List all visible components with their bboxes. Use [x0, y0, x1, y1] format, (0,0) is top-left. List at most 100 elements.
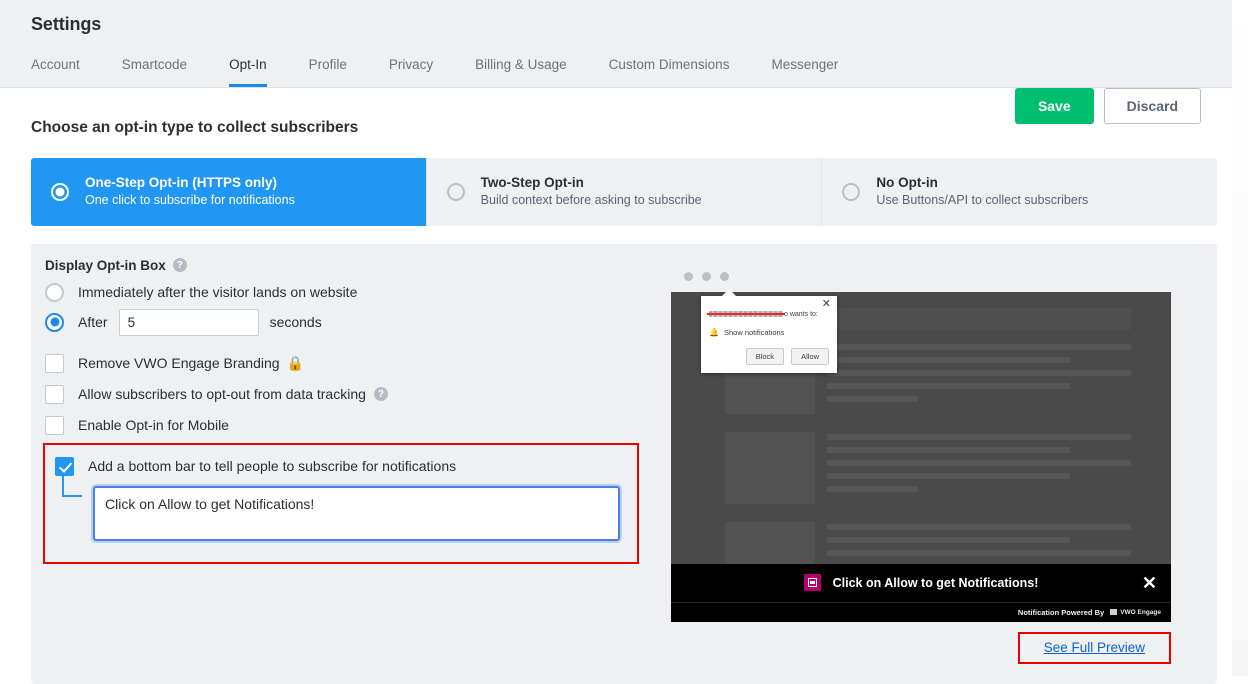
radio-immediate-label: Immediately after the visitor lands on w…	[78, 284, 358, 301]
display-timing-after-row[interactable]: After seconds	[45, 308, 671, 336]
bell-icon: 🔔	[709, 327, 719, 337]
block-button[interactable]: Block	[745, 347, 785, 365]
see-full-preview-highlight: See Full Preview	[1017, 631, 1171, 664]
skeleton-text-lines	[827, 342, 1131, 414]
tab-opt-in[interactable]: Opt-In	[229, 49, 267, 87]
optin-type-one-step[interactable]: One-Step Opt-in (HTTPS only) One click t…	[31, 158, 427, 226]
display-optin-box-text: Display Opt-in Box	[45, 257, 166, 273]
tab-billing-usage[interactable]: Billing & Usage	[475, 49, 567, 87]
skeleton-line	[827, 433, 1131, 440]
tab-account[interactable]: Account	[31, 49, 80, 87]
skeleton-line	[827, 343, 1131, 350]
preview-column: ✕ o wants to: 🔔 Show notifications Block	[671, 258, 1217, 664]
browser-permission-popup: ✕ o wants to: 🔔 Show notifications Block	[701, 288, 837, 373]
powered-by-label: Notification Powered By	[1017, 607, 1105, 617]
vwo-engage-logo: VWO Engage	[1110, 609, 1161, 616]
chrome-dot-icon	[702, 272, 711, 282]
tab-profile[interactable]: Profile	[309, 49, 347, 87]
browser-preview: ✕ o wants to: 🔔 Show notifications Block	[671, 261, 1171, 622]
skeleton-line	[827, 459, 1131, 466]
help-icon[interactable]: ?	[373, 387, 388, 402]
tab-privacy[interactable]: Privacy	[389, 49, 433, 87]
permission-buttons: Block Allow	[709, 347, 829, 365]
display-timing-immediate-row[interactable]: Immediately after the visitor lands on w…	[45, 282, 671, 302]
bottom-bar-message-input[interactable]	[91, 483, 622, 543]
optin-settings-content: Choose an opt-in type to collect subscri…	[0, 88, 1232, 684]
optin-type-two-step[interactable]: Two-Step Opt-in Build context before ask…	[426, 158, 823, 226]
seconds-suffix-label: seconds	[269, 314, 322, 331]
permission-item-label: Show notifications	[723, 327, 785, 337]
skeleton-text-lines	[827, 432, 1131, 504]
skeleton-article	[725, 431, 1131, 504]
optin-bar-main-row: Click on Allow to get Notifications! ✕	[671, 564, 1171, 602]
skeleton-thumbnail	[725, 431, 815, 504]
redacted-url	[707, 311, 785, 318]
optin-bar-footer: Notification Powered By VWO Engage	[671, 601, 1171, 622]
checkbox-opt-out-tracking-icon[interactable]	[45, 384, 64, 404]
skeleton-line	[827, 446, 1071, 453]
optin-bar-close-icon[interactable]: ✕	[1142, 574, 1157, 592]
optin-type-selector: One-Step Opt-in (HTTPS only) One click t…	[31, 158, 1217, 226]
save-button[interactable]: Save	[1014, 88, 1094, 124]
checkbox-bottom-bar-label: Add a bottom bar to tell people to subsc…	[88, 458, 457, 475]
radio-immediate-icon[interactable]	[45, 282, 64, 302]
skeleton-line	[827, 485, 919, 492]
seconds-input[interactable]	[118, 308, 259, 336]
permission-origin-row: o wants to:	[707, 310, 829, 318]
checkbox-remove-branding-row[interactable]: Remove VWO Engage Branding 🔒	[45, 353, 671, 373]
optin-settings-panel: Display Opt-in Box ? Immediately after t…	[31, 243, 1217, 684]
tab-smartcode[interactable]: Smartcode	[122, 49, 187, 87]
optin-type-title: No Opt-in	[876, 175, 938, 190]
optin-type-subtitle: One click to subscribe for notifications	[85, 193, 295, 208]
settings-options-column: Display Opt-in Box ? Immediately after t…	[31, 258, 671, 664]
skeleton-line	[827, 523, 1131, 530]
checkbox-enable-mobile-row[interactable]: Enable Opt-in for Mobile	[45, 415, 671, 435]
radio-no-optin-icon[interactable]	[842, 182, 861, 201]
see-full-preview-link[interactable]: See Full Preview	[1044, 640, 1145, 655]
optin-type-no-optin[interactable]: No Opt-in Use Buttons/API to collect sub…	[822, 158, 1217, 226]
radio-one-step-icon[interactable]	[51, 182, 69, 201]
preview-browser-chrome	[671, 261, 1171, 292]
section-header-row: Choose an opt-in type to collect subscri…	[31, 88, 1201, 146]
optin-bottom-bar-preview: Click on Allow to get Notifications! ✕ N…	[671, 563, 1171, 622]
permission-item-row: 🔔 Show notifications	[709, 328, 829, 337]
discard-button[interactable]: Discard	[1103, 88, 1201, 124]
skeleton-line	[827, 356, 1071, 363]
checkbox-enable-mobile-label: Enable Opt-in for Mobile	[78, 417, 229, 434]
notification-badge-icon	[803, 574, 821, 592]
skeleton-line	[827, 549, 1131, 556]
allow-button[interactable]: Allow	[791, 347, 829, 365]
checkbox-bottom-bar-row[interactable]: Add a bottom bar to tell people to subsc…	[55, 456, 623, 476]
settings-page: Settings Account Smartcode Opt-In Profil…	[0, 0, 1248, 684]
checkbox-remove-branding-icon[interactable]	[45, 353, 64, 373]
optin-type-subtitle: Use Buttons/API to collect subscribers	[876, 193, 1089, 208]
skeleton-line	[827, 472, 1071, 479]
lock-icon: 🔒	[286, 354, 304, 371]
radio-after-label: After	[78, 314, 108, 331]
preview-link-row: See Full Preview	[671, 631, 1171, 664]
checkbox-remove-branding-label: Remove VWO Engage Branding	[78, 355, 280, 372]
preview-page-body: ✕ o wants to: 🔔 Show notifications Block	[671, 288, 1171, 622]
permission-close-icon[interactable]: ✕	[822, 298, 831, 310]
optin-bar-message: Click on Allow to get Notifications!	[832, 575, 1039, 590]
tab-messenger[interactable]: Messenger	[771, 49, 838, 87]
connector-line	[62, 472, 82, 497]
chrome-dot-icon	[684, 272, 693, 282]
optin-type-title: One-Step Opt-in (HTTPS only)	[85, 175, 277, 190]
chrome-dot-icon	[720, 272, 729, 282]
checkbox-enable-mobile-icon[interactable]	[45, 415, 64, 435]
checkbox-opt-out-tracking-row[interactable]: Allow subscribers to opt-out from data t…	[45, 384, 671, 404]
radio-two-step-icon[interactable]	[446, 182, 465, 201]
permission-wants-text: o wants to:	[784, 310, 818, 318]
tab-custom-dimensions[interactable]: Custom Dimensions	[609, 49, 730, 87]
vwo-square-icon	[1110, 609, 1118, 616]
action-buttons: Save Discard	[1014, 88, 1201, 124]
help-icon[interactable]: ?	[172, 258, 187, 273]
skeleton-line	[827, 536, 1071, 543]
checkbox-opt-out-tracking-label: Allow subscribers to opt-out from data t…	[78, 386, 366, 403]
page-header: Settings Account Smartcode Opt-In Profil…	[0, 0, 1232, 88]
skeleton-line	[827, 369, 1131, 376]
page-title: Settings	[31, 14, 102, 34]
radio-after-icon[interactable]	[45, 312, 64, 332]
skeleton-line	[827, 395, 919, 402]
